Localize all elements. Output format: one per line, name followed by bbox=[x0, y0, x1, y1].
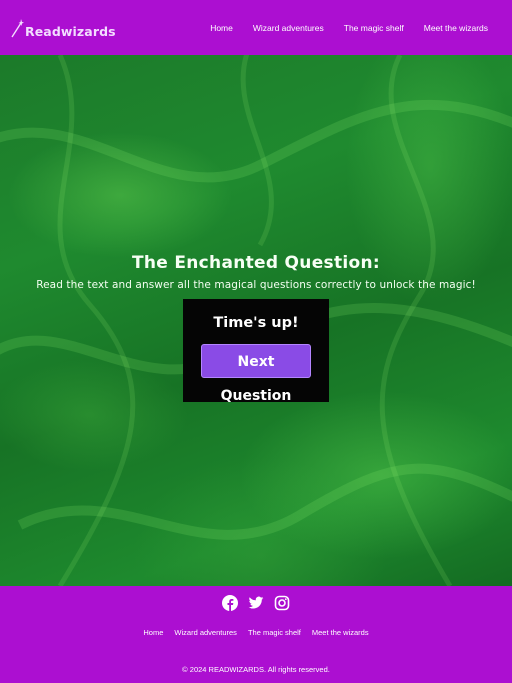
page-title: The Enchanted Question: bbox=[132, 253, 380, 273]
nav-home[interactable]: Home bbox=[210, 23, 233, 33]
twitter-icon[interactable] bbox=[248, 595, 264, 611]
quiz-status: Time's up! bbox=[213, 315, 299, 331]
footer-nav-wizard-adventures[interactable]: Wizard adventures bbox=[174, 628, 237, 637]
wizard-wand-icon bbox=[10, 17, 24, 39]
logo-text: Readwizards bbox=[25, 23, 116, 39]
nav-wizard-adventures[interactable]: Wizard adventures bbox=[253, 23, 324, 33]
next-question-button[interactable]: Next Question bbox=[201, 344, 311, 404]
social-links bbox=[0, 595, 512, 611]
nav-the-magic-shelf[interactable]: The magic shelf bbox=[344, 23, 404, 33]
footer-nav-the-magic-shelf[interactable]: The magic shelf bbox=[248, 628, 301, 637]
hero-section: The Enchanted Question: Read the text an… bbox=[0, 55, 512, 586]
site-header: Readwizards Home Wizard adventures The m… bbox=[0, 0, 512, 55]
facebook-icon[interactable] bbox=[222, 595, 238, 611]
nav-meet-the-wizards[interactable]: Meet the wizards bbox=[424, 23, 488, 33]
copyright-text: © 2024 READWIZARDS. All rights reserved. bbox=[182, 665, 330, 674]
page-subtitle: Read the text and answer all the magical… bbox=[36, 279, 476, 291]
hero-content: The Enchanted Question: Read the text an… bbox=[0, 253, 512, 404]
site-footer: Home Wizard adventures The magic shelf M… bbox=[0, 586, 512, 683]
footer-nav: Home Wizard adventures The magic shelf M… bbox=[0, 628, 512, 637]
quiz-box: Time's up! Next Question bbox=[183, 299, 329, 404]
logo[interactable]: Readwizards bbox=[10, 17, 116, 39]
footer-nav-meet-the-wizards[interactable]: Meet the wizards bbox=[312, 628, 369, 637]
footer-nav-home[interactable]: Home bbox=[143, 628, 163, 637]
instagram-icon[interactable] bbox=[274, 595, 290, 611]
main-nav: Home Wizard adventures The magic shelf M… bbox=[210, 23, 488, 33]
